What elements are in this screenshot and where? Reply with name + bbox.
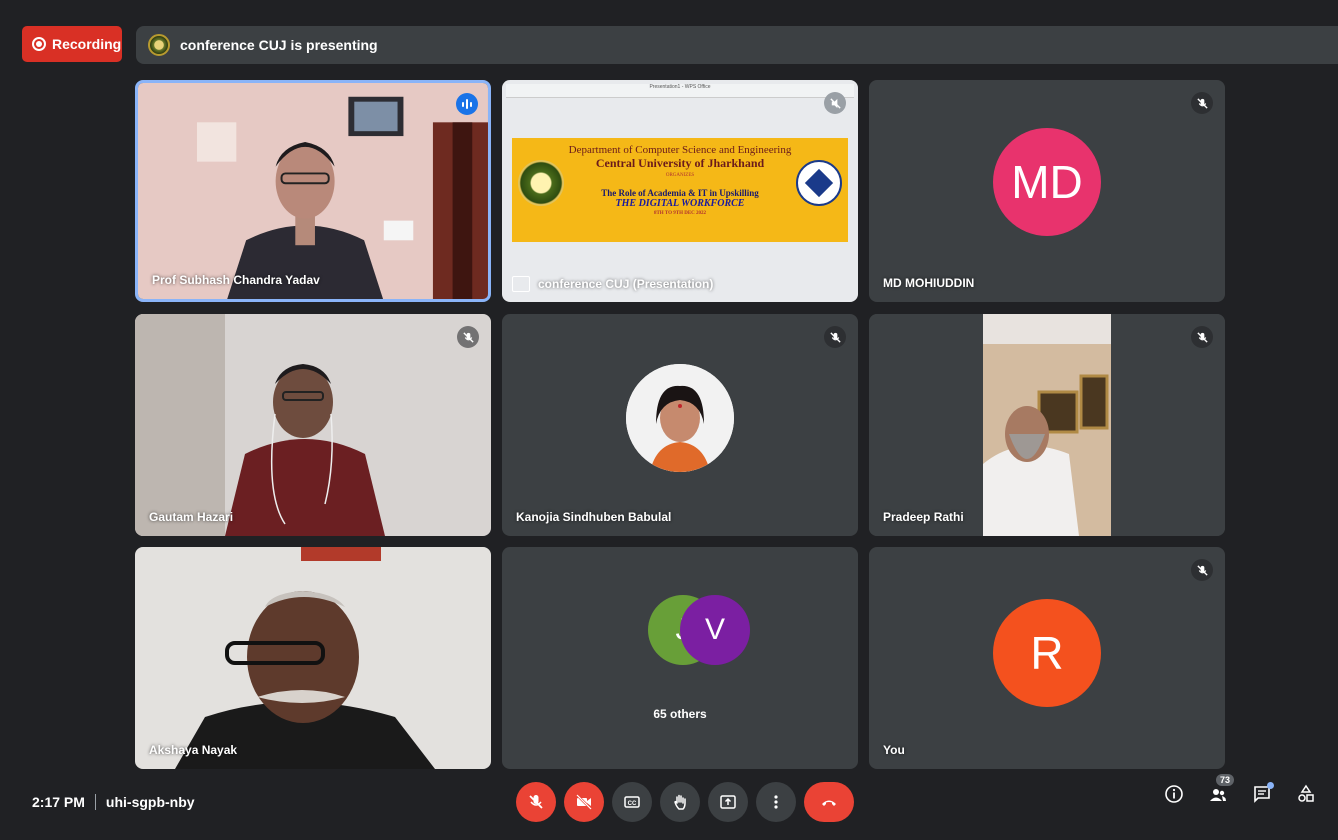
- slide-dates: 8TH TO 9TH DEC 2022: [653, 211, 707, 216]
- participant-name: Akshaya Nayak: [149, 743, 238, 757]
- presentation-mute-icon: [824, 92, 846, 114]
- participant-name: MD MOHIUDDIN: [883, 276, 975, 290]
- presenting-banner[interactable]: conference CUJ is presenting: [136, 26, 1338, 64]
- avatar: V: [680, 595, 750, 665]
- avatar: R: [993, 599, 1101, 707]
- participant-video: [135, 547, 491, 769]
- others-count: 65 others: [653, 707, 707, 721]
- chat-notification-dot: [1267, 782, 1274, 789]
- participant-tile[interactable]: Akshaya Nayak: [135, 547, 491, 769]
- recording-button[interactable]: Recording: [22, 26, 122, 62]
- participant-video: [135, 314, 491, 536]
- participant-name: Kanojia Sindhuben Babulal: [516, 510, 672, 524]
- slide-headline: THE DIGITAL WORKFORCE: [615, 198, 745, 209]
- mic-toggle-button[interactable]: [516, 782, 556, 822]
- meeting-details-button[interactable]: [1162, 782, 1186, 806]
- slide-banner: Department of Computer Science and Engin…: [512, 138, 848, 242]
- divider: [94, 794, 96, 810]
- side-controls: 73: [1162, 774, 1318, 806]
- slide-university: Central University of Jharkhand: [595, 156, 765, 170]
- profile-photo: [626, 364, 734, 472]
- participant-name: Prof Subhash Chandra Yadav: [152, 273, 320, 287]
- presenter-avatar: [148, 34, 170, 56]
- mic-off-icon: [1191, 326, 1213, 348]
- mic-off-icon: [824, 326, 846, 348]
- people-icon: [1210, 789, 1226, 801]
- mic-off-icon: [529, 795, 543, 809]
- present-button[interactable]: [708, 782, 748, 822]
- participant-tile[interactable]: MD MD MOHIUDDIN: [869, 80, 1225, 302]
- participants-count-badge: 73: [1215, 774, 1234, 786]
- department-seal-icon: [796, 160, 842, 206]
- self-tile[interactable]: R You: [869, 547, 1225, 769]
- bottom-bar: 2:17 PM uhi-sgpb-nby CC 73: [0, 768, 1338, 840]
- avatar: MD: [993, 128, 1101, 236]
- camera-off-icon: [576, 794, 592, 810]
- camera-toggle-button[interactable]: [564, 782, 604, 822]
- end-call-icon: [822, 800, 836, 806]
- presentation-name: conference CUJ (Presentation): [538, 277, 714, 291]
- participant-tile[interactable]: Kanojia Sindhuben Babulal: [502, 314, 858, 536]
- avatar: [626, 364, 734, 472]
- meeting-info: 2:17 PM uhi-sgpb-nby: [32, 794, 195, 810]
- present-icon: [720, 795, 736, 809]
- presentation-icon: [512, 276, 530, 292]
- call-controls: CC: [516, 782, 854, 822]
- more-icon: [774, 795, 778, 809]
- mic-off-icon: [1191, 92, 1213, 114]
- participant-name: You: [883, 743, 905, 757]
- more-options-button[interactable]: [756, 782, 796, 822]
- speaking-indicator-icon: [456, 93, 478, 115]
- meeting-time: 2:17 PM: [32, 794, 85, 810]
- presentation-slide: Presentation1 - WPS Office Department of…: [502, 80, 858, 302]
- captions-icon: CC: [624, 796, 640, 808]
- captions-button[interactable]: CC: [612, 782, 652, 822]
- participant-video: [869, 314, 1225, 536]
- raise-hand-icon: [674, 794, 686, 810]
- activities-button[interactable]: [1294, 782, 1318, 806]
- others-tile[interactable]: J V 65 others: [502, 547, 858, 769]
- mic-off-icon: [457, 326, 479, 348]
- presentation-tile[interactable]: Presentation1 - WPS Office Department of…: [502, 80, 858, 302]
- slide-department: Department of Computer Science and Engin…: [568, 144, 792, 156]
- end-call-button[interactable]: [804, 782, 854, 822]
- participant-name: Gautam Hazari: [149, 510, 234, 524]
- meeting-code: uhi-sgpb-nby: [105, 794, 195, 810]
- people-button[interactable]: 73: [1206, 774, 1234, 806]
- activities-icon: [1298, 784, 1314, 802]
- info-icon: [1165, 785, 1183, 803]
- presenting-text: conference CUJ is presenting: [180, 37, 378, 53]
- raise-hand-button[interactable]: [660, 782, 700, 822]
- svg-text:CC: CC: [628, 801, 637, 807]
- recording-label: Recording: [52, 36, 122, 52]
- participant-video: [138, 83, 488, 299]
- participant-tile[interactable]: Gautam Hazari: [135, 314, 491, 536]
- top-bar: Recording conference CUJ is presenting: [0, 10, 1338, 70]
- chat-button[interactable]: [1250, 782, 1274, 806]
- participant-name: Pradeep Rathi: [883, 510, 964, 524]
- participant-tile[interactable]: Pradeep Rathi: [869, 314, 1225, 536]
- cuj-seal-icon: [518, 160, 564, 206]
- mic-off-icon: [1191, 559, 1213, 581]
- slide-window-titlebar: Presentation1 - WPS Office: [506, 84, 854, 98]
- recording-icon: [32, 37, 46, 51]
- participant-tile[interactable]: Prof Subhash Chandra Yadav: [135, 80, 491, 302]
